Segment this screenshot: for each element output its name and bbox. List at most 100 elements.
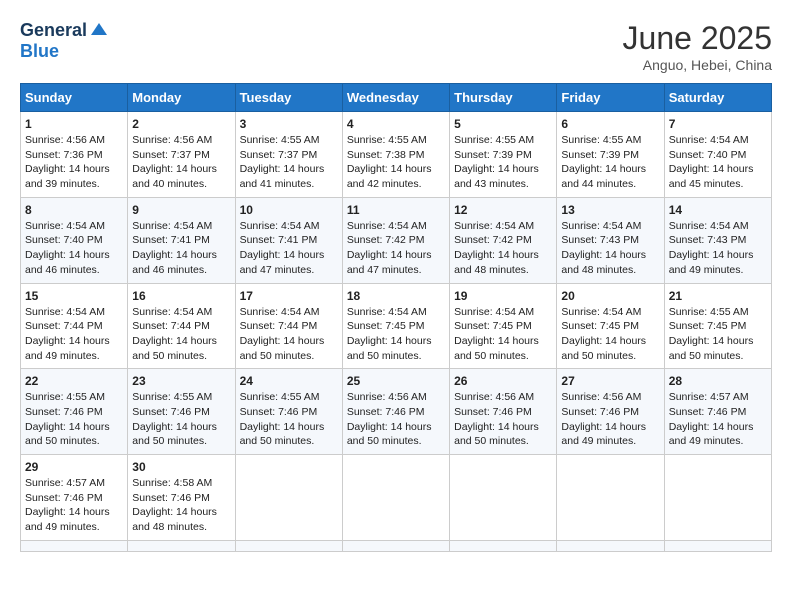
day-info-line: and 42 minutes.: [347, 178, 422, 190]
day-info-line: Daylight: 14 hours: [132, 335, 217, 347]
day-info-line: Sunset: 7:44 PM: [132, 320, 210, 332]
day-info: Sunrise: 4:54 AMSunset: 7:45 PMDaylight:…: [454, 305, 552, 364]
day-info: Sunrise: 4:55 AMSunset: 7:46 PMDaylight:…: [240, 390, 338, 449]
day-info-line: Sunrise: 4:54 AM: [454, 220, 534, 232]
day-info-line: and 50 minutes.: [454, 350, 529, 362]
day-number: 13: [561, 203, 659, 217]
day-info: Sunrise: 4:54 AMSunset: 7:40 PMDaylight:…: [669, 133, 767, 192]
day-info-line: and 47 minutes.: [347, 264, 422, 276]
day-info-line: Sunset: 7:37 PM: [132, 149, 210, 161]
day-info-line: and 50 minutes.: [132, 350, 207, 362]
day-info-line: Sunset: 7:45 PM: [454, 320, 532, 332]
calendar-row-5: 29Sunrise: 4:57 AMSunset: 7:46 PMDayligh…: [21, 455, 772, 541]
calendar-row-1: 1Sunrise: 4:56 AMSunset: 7:36 PMDaylight…: [21, 112, 772, 198]
day-info-line: and 48 minutes.: [454, 264, 529, 276]
day-info-line: and 46 minutes.: [132, 264, 207, 276]
day-info-line: Daylight: 14 hours: [669, 163, 754, 175]
calendar-cell-day-1: 1Sunrise: 4:56 AMSunset: 7:36 PMDaylight…: [21, 112, 128, 198]
day-info: Sunrise: 4:55 AMSunset: 7:37 PMDaylight:…: [240, 133, 338, 192]
day-info-line: and 48 minutes.: [132, 521, 207, 533]
calendar-cell-day-13: 13Sunrise: 4:54 AMSunset: 7:43 PMDayligh…: [557, 197, 664, 283]
day-number: 12: [454, 203, 552, 217]
day-info-line: Sunset: 7:46 PM: [454, 406, 532, 418]
day-number: 14: [669, 203, 767, 217]
day-info-line: and 47 minutes.: [240, 264, 315, 276]
day-info-line: Daylight: 14 hours: [132, 249, 217, 261]
calendar-cell-day-30: 30Sunrise: 4:58 AMSunset: 7:46 PMDayligh…: [128, 455, 235, 541]
day-info: Sunrise: 4:55 AM Sunset: 7:46 PM Daylight:…: [25, 390, 123, 449]
day-info-line: Sunset: 7:46 PM: [25, 492, 103, 504]
day-info-line: Daylight: 14 hours: [25, 249, 110, 261]
day-info-line: Sunset: 7:43 PM: [561, 234, 639, 246]
day-info-line: Sunset: 7:44 PM: [25, 320, 103, 332]
col-header-thursday: Thursday: [450, 84, 557, 112]
day-info-line: Sunrise: 4:54 AM: [669, 134, 749, 146]
day-info-line: and 50 minutes.: [240, 435, 315, 447]
day-info-line: Daylight: 14 hours: [240, 335, 325, 347]
day-info-line: Sunrise: 4:54 AM: [561, 306, 641, 318]
day-info-line: Daylight: 14 hours: [669, 249, 754, 261]
day-info: Sunrise: 4:54 AMSunset: 7:40 PMDaylight:…: [25, 219, 123, 278]
day-info-line: Sunset: 7:46 PM: [669, 406, 747, 418]
day-info-line: Daylight: 14 hours: [240, 249, 325, 261]
day-info-line: Sunset: 7:46 PM: [132, 406, 210, 418]
day-info-line: Sunrise: 4:55 AM: [454, 134, 534, 146]
calendar-cell-day-2: 2Sunrise: 4:56 AMSunset: 7:37 PMDaylight…: [128, 112, 235, 198]
day-info-line: Daylight: 14 hours: [347, 163, 432, 175]
day-info: Sunrise: 4:54 AMSunset: 7:42 PMDaylight:…: [454, 219, 552, 278]
calendar-cell-day-8: 8Sunrise: 4:54 AMSunset: 7:40 PMDaylight…: [21, 197, 128, 283]
day-number: 21: [669, 289, 767, 303]
day-info-line: Sunset: 7:42 PM: [454, 234, 532, 246]
day-info-line: Sunset: 7:46 PM: [132, 492, 210, 504]
calendar-cell-day-21: 21 Sunrise: 4:55 AMSunset: 7:45 PMDayligh…: [664, 283, 771, 369]
day-info-line: Sunrise: 4:54 AM: [347, 220, 427, 232]
col-header-monday: Monday: [128, 84, 235, 112]
day-info-line: Sunset: 7:46 PM: [25, 406, 103, 418]
day-info-line: and 41 minutes.: [240, 178, 315, 190]
day-info-line: Sunset: 7:37 PM: [240, 149, 318, 161]
day-info: Sunrise: 4:55 AMSunset: 7:45 PMDaylight:…: [669, 305, 767, 364]
calendar-cell-empty: [21, 540, 128, 551]
day-info-line: and 44 minutes.: [561, 178, 636, 190]
col-header-friday: Friday: [557, 84, 664, 112]
day-info-line: and 49 minutes.: [669, 264, 744, 276]
day-info-line: Sunset: 7:45 PM: [669, 320, 747, 332]
day-info-line: Sunrise: 4:55 AM: [561, 134, 641, 146]
day-info-line: Daylight: 14 hours: [132, 163, 217, 175]
day-number: 11: [347, 203, 445, 217]
day-info: Sunrise: 4:54 AMSunset: 7:44 PMDaylight:…: [132, 305, 230, 364]
calendar-cell-empty: [342, 455, 449, 541]
day-info-line: Sunrise: 4:55 AM: [132, 391, 212, 403]
day-info-line: Daylight: 14 hours: [25, 421, 110, 433]
day-info-line: Sunrise: 4:54 AM: [25, 306, 105, 318]
day-info-line: Sunrise: 4:54 AM: [132, 220, 212, 232]
day-info-line: Sunrise: 4:55 AM: [240, 134, 320, 146]
calendar-cell-day-15: 15Sunrise: 4:54 AMSunset: 7:44 PMDayligh…: [21, 283, 128, 369]
calendar-cell-empty: [235, 455, 342, 541]
day-info-line: Sunset: 7:39 PM: [561, 149, 639, 161]
day-number: 19: [454, 289, 552, 303]
day-number: 20: [561, 289, 659, 303]
day-info-line: Sunrise: 4:56 AM: [132, 134, 212, 146]
calendar-row-6: [21, 540, 772, 551]
day-info-line: Daylight: 14 hours: [347, 335, 432, 347]
calendar-cell-day-29: 29Sunrise: 4:57 AMSunset: 7:46 PMDayligh…: [21, 455, 128, 541]
day-number: 22: [25, 374, 123, 388]
day-number: 7: [669, 117, 767, 131]
day-info: Sunrise: 4:54 AMSunset: 7:43 PMDaylight:…: [561, 219, 659, 278]
day-info-line: Sunset: 7:42 PM: [347, 234, 425, 246]
day-info-line: Sunrise: 4:55 AM: [25, 391, 105, 403]
day-number: 25: [347, 374, 445, 388]
calendar-cell-day-4: 4Sunrise: 4:55 AMSunset: 7:38 PMDaylight…: [342, 112, 449, 198]
col-header-sunday: Sunday: [21, 84, 128, 112]
page-header: General Blue June 2025 Anguo, Hebei, Chi…: [20, 20, 772, 73]
day-info-line: and 45 minutes.: [669, 178, 744, 190]
day-info-line: Sunrise: 4:54 AM: [561, 220, 641, 232]
day-info-line: Sunrise: 4:55 AM: [347, 134, 427, 146]
calendar-cell-day-11: 11Sunrise: 4:54 AMSunset: 7:42 PMDayligh…: [342, 197, 449, 283]
calendar-cell-day-6: 6Sunrise: 4:55 AMSunset: 7:39 PMDaylight…: [557, 112, 664, 198]
day-info-line: Daylight: 14 hours: [454, 335, 539, 347]
day-number: 23: [132, 374, 230, 388]
day-info: Sunrise: 4:54 AMSunset: 7:44 PMDaylight:…: [25, 305, 123, 364]
day-number: 5: [454, 117, 552, 131]
